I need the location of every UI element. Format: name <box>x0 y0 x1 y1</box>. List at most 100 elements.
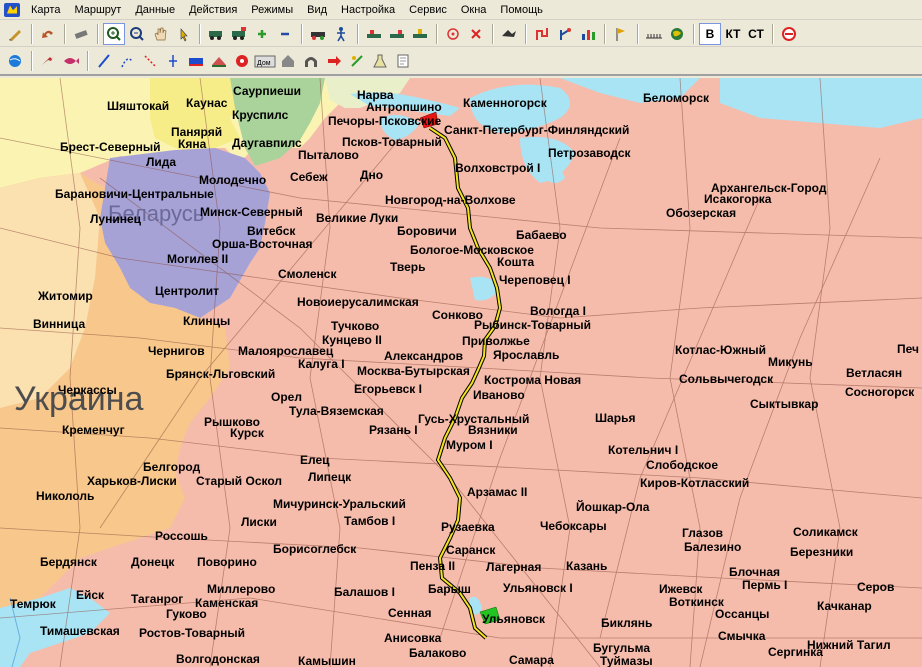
city-label[interactable]: Минск-Северный <box>200 205 303 219</box>
city-label[interactable]: Серов <box>857 580 894 594</box>
city-label[interactable]: Барановичи-Центральные <box>55 187 214 201</box>
city-label[interactable]: Курск <box>230 426 264 440</box>
stop-icon[interactable] <box>231 50 253 72</box>
city-label[interactable]: Житомир <box>38 289 93 303</box>
menu-karta[interactable]: Карта <box>26 4 69 16</box>
city-label[interactable]: Ярославль <box>493 348 559 362</box>
city-label[interactable]: Чернигов <box>148 344 205 358</box>
city-label[interactable]: Клинцы <box>183 314 230 328</box>
city-label[interactable]: Могилев II <box>167 252 228 266</box>
city-label[interactable]: Темрюк <box>10 597 56 611</box>
route-icon[interactable] <box>531 23 553 45</box>
city-label[interactable]: Оссанцы <box>715 607 769 621</box>
city-label[interactable]: Витебск <box>247 224 295 238</box>
city-label[interactable]: Балезино <box>684 540 741 554</box>
city-label[interactable]: Лунинец <box>90 212 141 226</box>
person-icon[interactable] <box>330 23 352 45</box>
city-label[interactable]: Брест-Северный <box>60 140 160 154</box>
no-entry-icon[interactable] <box>778 23 800 45</box>
city-label[interactable]: Пермь I <box>742 578 787 592</box>
city-label[interactable]: Глазов <box>682 526 723 540</box>
menu-nastroika[interactable]: Настройка <box>336 4 404 16</box>
city-label[interactable]: Лиски <box>241 515 277 529</box>
line-red-icon[interactable] <box>139 50 161 72</box>
city-label[interactable]: Тула-Вяземская <box>289 404 384 418</box>
map-canvas[interactable]: Украина Беларусь Нарва Саурпиеши Антропшин… <box>0 78 922 667</box>
city-label[interactable]: Никололь <box>36 489 94 503</box>
mode-st-button[interactable]: СТ <box>745 23 767 45</box>
city-label[interactable]: Россошь <box>155 529 208 543</box>
city-label[interactable]: Винница <box>33 317 85 331</box>
city-label[interactable]: Исакогорка <box>704 192 771 206</box>
city-label[interactable]: Лагерная <box>486 560 541 574</box>
zoom-in-icon[interactable] <box>103 22 125 45</box>
city-label[interactable]: Дно <box>360 168 383 182</box>
city-label[interactable]: Кострома Новая <box>484 373 581 387</box>
station-up-icon[interactable] <box>386 23 408 45</box>
city-label[interactable]: Москва-Бутырская <box>357 364 470 378</box>
city-label[interactable]: Ейск <box>76 588 104 602</box>
city-label[interactable]: Кяна <box>178 137 206 151</box>
city-label[interactable]: Себеж <box>290 170 328 184</box>
city-label[interactable]: Шарья <box>595 411 635 425</box>
city-label[interactable]: Каменногорск <box>463 96 547 110</box>
city-label[interactable]: Ветласян <box>846 366 902 380</box>
city-label[interactable]: Мичуринск-Уральский <box>273 497 406 511</box>
minus-icon[interactable] <box>274 23 296 45</box>
city-label[interactable]: Александров <box>384 349 463 363</box>
city-label[interactable]: Донецк <box>131 555 174 569</box>
station-icon[interactable] <box>363 23 385 45</box>
city-label[interactable]: Орша-Восточная <box>212 237 313 251</box>
globe-icon[interactable] <box>666 23 688 45</box>
flag-icon[interactable] <box>610 23 632 45</box>
city-label[interactable]: Вологда I <box>530 304 586 318</box>
city-label[interactable]: Ульяновск I <box>503 581 573 595</box>
pin-icon[interactable] <box>346 50 368 72</box>
city-label[interactable]: Котельнич I <box>608 443 678 457</box>
city-label[interactable]: Лида <box>146 155 176 169</box>
tunnel-icon[interactable] <box>300 50 322 72</box>
city-label[interactable]: Орел <box>271 390 302 404</box>
city-label[interactable]: Молодечно <box>199 173 266 187</box>
city-label[interactable]: Саурпиеши <box>233 84 301 98</box>
city-label[interactable]: Сольвычегодск <box>679 372 773 386</box>
menu-rezhimy[interactable]: Режимы <box>246 4 302 16</box>
city-label[interactable]: Кременчуг <box>62 423 125 437</box>
line-dots-icon[interactable] <box>116 50 138 72</box>
city-label[interactable]: Тимашевская <box>40 624 120 638</box>
city-label[interactable]: Сыктывкар <box>750 397 818 411</box>
city-label[interactable]: Пыталово <box>298 148 359 162</box>
mode-v-button[interactable]: В <box>699 22 721 45</box>
city-label[interactable]: Тамбов I <box>344 514 395 528</box>
city-label[interactable]: Ростов-Товарный <box>139 626 245 640</box>
pencil-icon[interactable] <box>4 23 26 45</box>
city-label[interactable]: Малоярославец <box>238 344 333 358</box>
car-icon[interactable] <box>307 23 329 45</box>
city-label[interactable]: Новгород-на-Волхове <box>385 193 516 207</box>
city-label[interactable]: Биклянь <box>601 616 652 630</box>
station-down-icon[interactable] <box>409 23 431 45</box>
city-label[interactable]: Саранск <box>446 543 495 557</box>
city-label[interactable]: Смоленск <box>278 267 336 281</box>
menu-pomosch[interactable]: Помощь <box>495 4 552 16</box>
city-label[interactable]: Обозерская <box>666 206 736 220</box>
city-label[interactable]: Даугавпилс <box>232 136 302 150</box>
city-label[interactable]: Балаково <box>409 646 466 660</box>
city-label[interactable]: Сергинка <box>768 645 823 659</box>
train-red-icon[interactable] <box>208 50 230 72</box>
city-label[interactable]: Белгород <box>143 460 200 474</box>
city-label[interactable]: Чебоксары <box>540 519 607 533</box>
city-label[interactable]: Санкт-Петербург-Финляндский <box>444 123 629 137</box>
city-label[interactable]: Беломорск <box>643 91 709 105</box>
city-label[interactable]: Каунас <box>186 96 227 110</box>
mode-kt-button[interactable]: КТ <box>722 23 744 45</box>
menu-deistviya[interactable]: Действия <box>184 4 246 16</box>
line-blue-icon[interactable] <box>93 50 115 72</box>
city-label[interactable]: Великие Луки <box>316 211 398 225</box>
city-label[interactable]: Туймазы <box>600 654 653 667</box>
city-label[interactable]: Елец <box>300 453 330 467</box>
city-label[interactable]: Рязань I <box>369 423 418 437</box>
city-label[interactable]: Пенза II <box>410 559 455 573</box>
city-label[interactable]: Йошкар-Ола <box>576 500 649 514</box>
city-label[interactable]: Арзамас II <box>467 485 527 499</box>
